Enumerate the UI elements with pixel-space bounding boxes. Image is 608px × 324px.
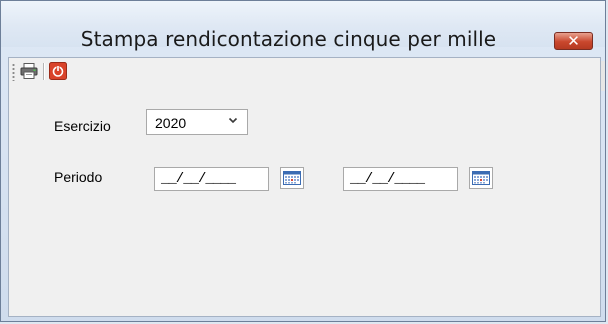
window-edge [601, 61, 605, 91]
close-button[interactable]: ✕ [554, 32, 593, 50]
title-bar[interactable]: Stampa rendicontazione cinque per mille … [1, 1, 605, 51]
dialog-content: Esercizio Periodo [8, 57, 601, 317]
periodo-to-value: __/__/____ [350, 171, 425, 187]
esercizio-selected-value: 2020 [155, 115, 187, 131]
periodo-to-input[interactable]: __/__/____ [343, 167, 458, 191]
periodo-from-value: __/__/____ [161, 171, 236, 187]
chevron-down-icon [228, 117, 238, 124]
print-icon [20, 63, 38, 79]
periodo-to-calendar-button[interactable] [469, 167, 493, 189]
toolbar-separator [43, 63, 44, 80]
dialog-window: Stampa rendicontazione cinque per mille … [0, 0, 606, 322]
calendar-icon [472, 171, 490, 185]
periodo-from-input[interactable]: __/__/____ [154, 167, 269, 191]
print-button[interactable] [19, 61, 39, 81]
periodo-label: Periodo [54, 169, 103, 185]
power-off-icon [49, 62, 67, 80]
calendar-icon [283, 171, 301, 185]
toolbar [9, 58, 600, 86]
close-icon: ✕ [567, 31, 580, 50]
esercizio-select[interactable]: 2020 [146, 109, 248, 135]
esercizio-label: Esercizio [54, 118, 111, 134]
window-title: Stampa rendicontazione cinque per mille [80, 27, 497, 51]
periodo-from-calendar-button[interactable] [280, 167, 304, 189]
toolbar-grip[interactable] [12, 63, 15, 81]
exit-button[interactable] [48, 61, 68, 81]
